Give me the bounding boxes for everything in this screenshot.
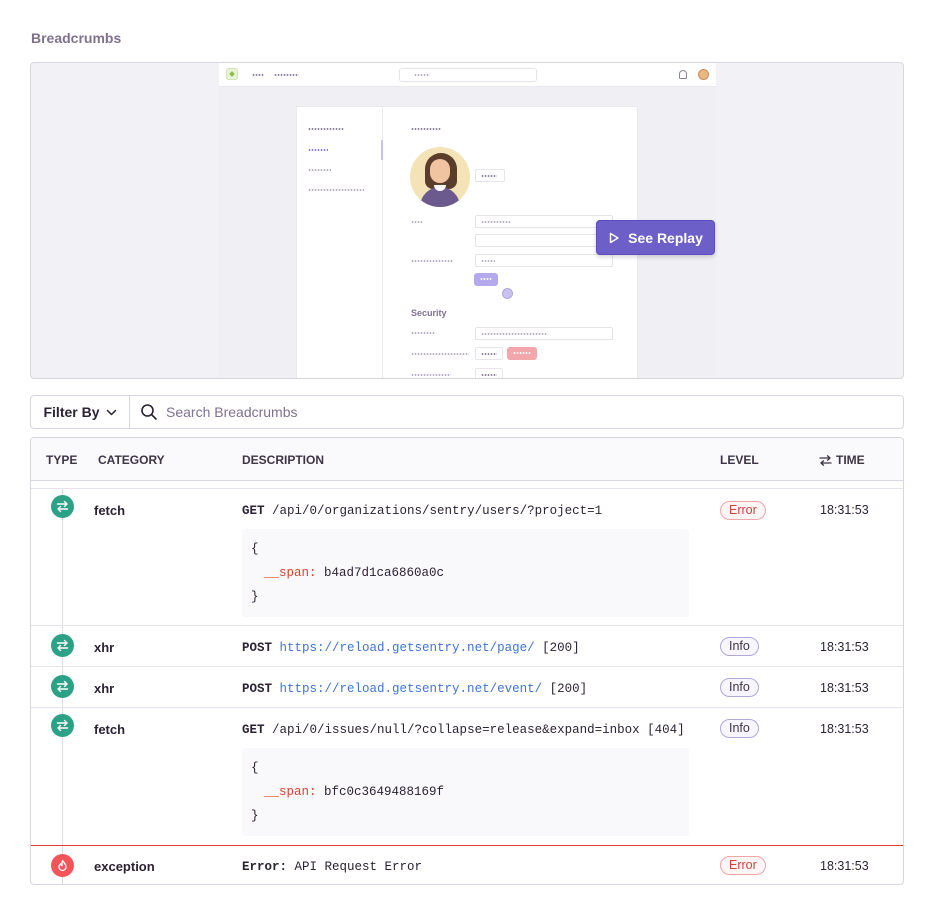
span-code-block: { __span: bfc0c3649488169f } (242, 748, 689, 836)
row-category: xhr (94, 681, 115, 696)
see-replay-label: See Replay (628, 229, 703, 246)
code-value: b4ad7d1ca6860a0c (324, 566, 445, 580)
replay-sidebar (297, 107, 383, 378)
table-row[interactable]: xhr POST https://reload.getsentry.net/ev… (31, 667, 903, 708)
code-close-brace: } (251, 809, 259, 823)
code-value: bfc0c3649488169f (324, 785, 445, 799)
row-description: GET /api/0/organizations/sentry/users/?p… (242, 504, 602, 518)
search-wrapper (130, 396, 903, 428)
app-logo-icon (226, 68, 238, 80)
request-url-link[interactable]: https://reload.getsentry.net/event/ (280, 682, 543, 696)
exchange-arrows-icon (51, 714, 74, 737)
code-open-brace: { (251, 761, 259, 775)
http-method: GET (242, 723, 265, 737)
level-badge: Info (720, 637, 759, 656)
mock-nav-text (252, 74, 264, 76)
table-row[interactable]: exception Error: API Request Error Error… (31, 845, 903, 884)
row-category: xhr (94, 640, 115, 655)
mock-field (475, 254, 613, 267)
status-code: [200] (549, 682, 588, 696)
row-time: 18:31:53 (820, 722, 869, 736)
row-description: POST https://reload.getsentry.net/page/ … (242, 641, 580, 655)
replay-app-snapshot: Security See Replay (219, 63, 716, 378)
code-key: __span: (264, 566, 317, 580)
http-method: GET (242, 504, 265, 518)
row-description: GET /api/0/issues/null/?collapse=release… (242, 723, 685, 737)
row-time: 18:31:53 (820, 503, 869, 517)
mock-field (475, 169, 505, 182)
table-header: Type Category Description Level Time (31, 438, 903, 481)
level-badge: Info (720, 719, 759, 738)
code-open-brace: { (251, 542, 259, 556)
mock-field (475, 234, 613, 247)
mock-field (475, 347, 503, 360)
mock-heading (411, 128, 441, 130)
row-time: 18:31:53 (820, 859, 869, 873)
http-method: POST (242, 641, 273, 655)
row-time: 18:31:53 (820, 640, 869, 654)
replay-preview[interactable]: Security See Replay (30, 62, 904, 379)
mock-delete-button (507, 347, 537, 360)
table-row[interactable]: fetch GET /api/0/organizations/sentry/us… (31, 489, 903, 626)
replay-sidebar-active-marker (381, 140, 383, 160)
mock-field (475, 327, 613, 340)
replay-topbar (219, 63, 716, 87)
see-replay-button[interactable]: See Replay (596, 220, 715, 255)
search-icon (141, 404, 157, 420)
level-badge: Error (720, 501, 766, 520)
row-description: POST https://reload.getsentry.net/event/… (242, 682, 587, 696)
span-code-block: { __span: b4ad7d1ca6860a0c } (242, 529, 689, 617)
row-category: fetch (94, 503, 126, 518)
mock-search-box (399, 68, 537, 82)
replay-settings-card: Security (297, 107, 637, 378)
replay-security-heading: Security (411, 308, 447, 318)
status-code: [404] (647, 723, 685, 737)
header-description: Description (242, 453, 325, 467)
header-category: Category (98, 453, 165, 467)
mock-field (475, 215, 613, 228)
mock-nav-text (274, 74, 299, 76)
user-avatar-icon (698, 69, 709, 80)
breadcrumb-filter-bar: Filter By (30, 395, 904, 429)
breadcrumbs-table: Type Category Description Level Time fet… (30, 437, 904, 885)
play-icon (609, 232, 619, 243)
exchange-arrows-icon (51, 495, 74, 518)
table-row[interactable]: xhr POST https://reload.getsentry.net/pa… (31, 626, 903, 667)
code-key: __span: (264, 785, 317, 799)
mock-field (475, 368, 503, 378)
replay-cursor-icon (502, 288, 513, 299)
bell-icon (679, 70, 687, 79)
request-url: /api/0/organizations/sentry/users/?proje… (272, 504, 603, 518)
table-row[interactable]: fetch GET /api/0/issues/null/?collapse=r… (31, 708, 903, 845)
header-type: Type (46, 453, 78, 467)
status-code: [200] (542, 641, 580, 655)
row-category: fetch (94, 722, 126, 737)
section-title: Breadcrumbs (31, 30, 122, 46)
request-url-link[interactable]: https://reload.getsentry.net/page/ (280, 641, 535, 655)
filter-by-label: Filter By (43, 404, 100, 420)
swap-arrows-icon (819, 454, 832, 466)
level-badge: Error (720, 856, 766, 875)
header-level: Level (720, 453, 759, 467)
search-breadcrumbs-input[interactable] (166, 404, 866, 420)
row-time: 18:31:53 (820, 681, 869, 695)
request-url: /api/0/issues/null/?collapse=release&exp… (272, 723, 640, 737)
row-description: Error: API Request Error (242, 860, 422, 874)
header-time-label: Time (836, 453, 865, 467)
profile-avatar-icon (410, 147, 470, 207)
chevron-down-icon (106, 409, 116, 415)
error-prefix: Error: (242, 860, 288, 874)
header-time-sort[interactable]: Time (819, 453, 865, 467)
filter-by-dropdown[interactable]: Filter By (31, 396, 130, 428)
exchange-arrows-icon (51, 675, 74, 698)
code-close-brace: } (251, 590, 259, 604)
error-message: API Request Error (294, 860, 423, 874)
row-category: exception (94, 859, 155, 874)
mock-save-button (474, 273, 498, 286)
http-method: POST (242, 682, 273, 696)
level-badge: Info (720, 678, 759, 697)
exchange-arrows-icon (51, 634, 74, 657)
fire-icon (51, 854, 74, 877)
